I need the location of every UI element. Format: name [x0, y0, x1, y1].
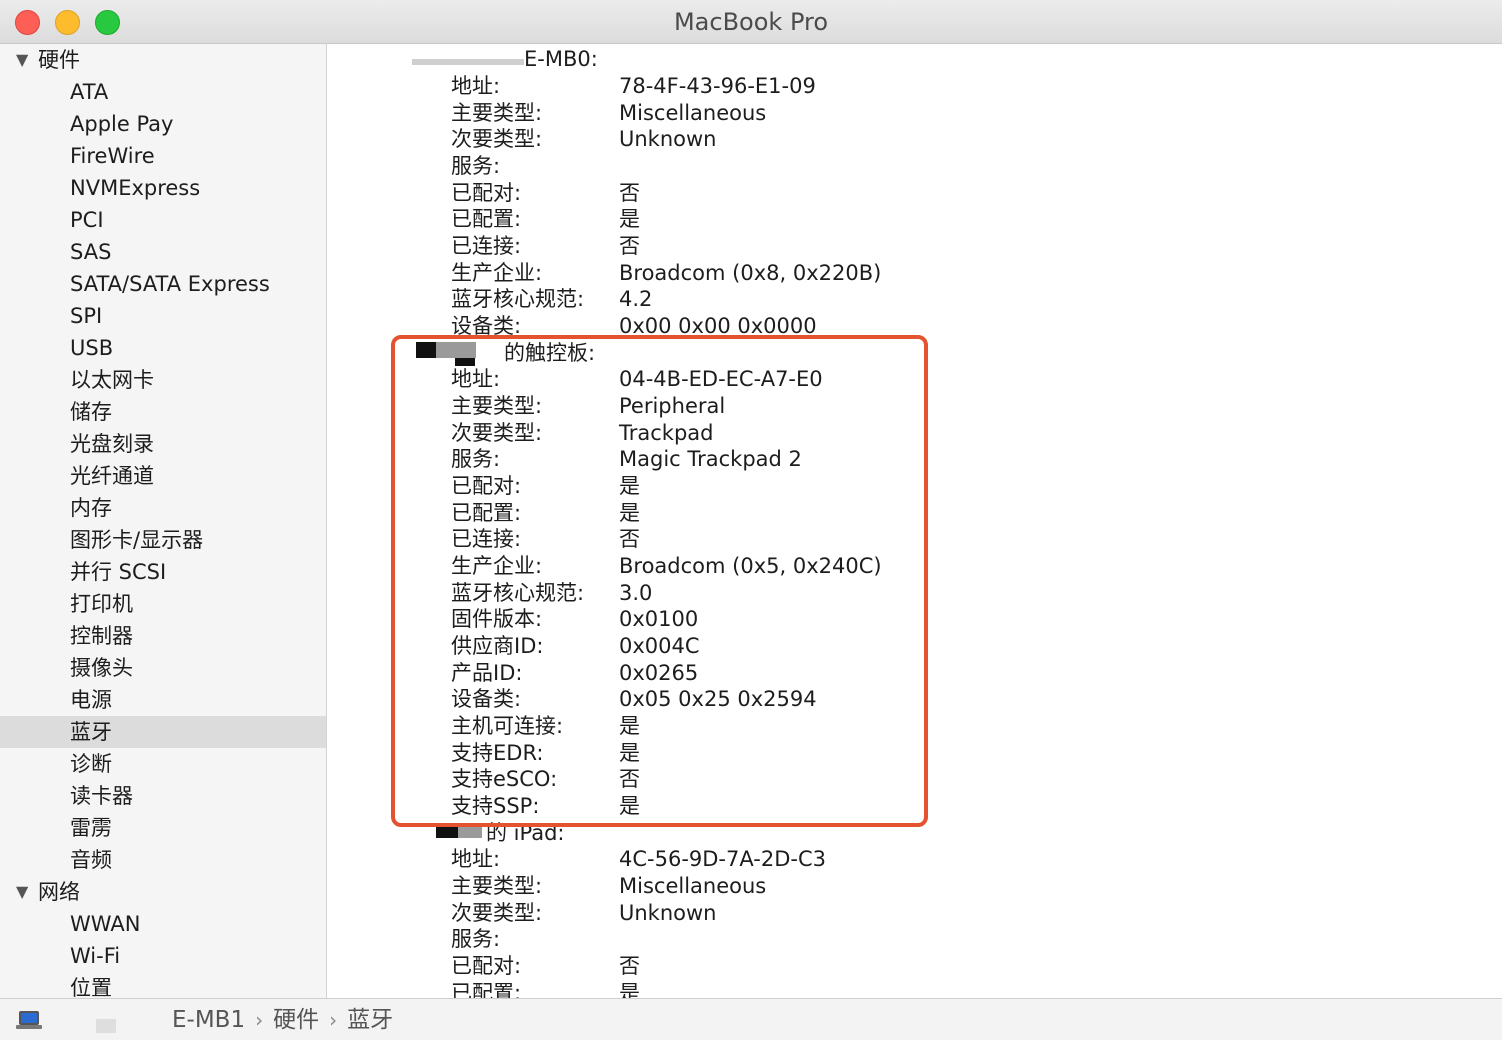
path-bar: E-MB1 › 硬件 › 蓝牙	[0, 998, 1502, 1040]
redaction-block	[436, 824, 458, 838]
sidebar-item-camera[interactable]: 摄像头	[0, 652, 326, 684]
sidebar-item-wwan[interactable]: WWAN	[0, 908, 326, 940]
system-information-window: MacBook Pro ▼ 硬件 ATA Apple Pay FireWire …	[0, 0, 1502, 1040]
sidebar-item-locations[interactable]: 位置	[0, 972, 326, 998]
sidebar-item-pci[interactable]: PCI	[0, 204, 326, 236]
disclosure-triangle-icon[interactable]: ▼	[16, 876, 28, 908]
breadcrumb-item-hardware[interactable]: 硬件	[273, 1007, 319, 1033]
detail-pane[interactable]: E-MB0: 地址: 78-4F-43-96-E1-09 主要类型: Miscell…	[328, 44, 1502, 998]
sidebar-item-diagnostics[interactable]: 诊断	[0, 748, 326, 780]
sidebar-item-storage[interactable]: 储存	[0, 396, 326, 428]
title-bar: MacBook Pro	[0, 0, 1502, 44]
sidebar-item-ethernet[interactable]: 以太网卡	[0, 364, 326, 396]
redaction-block	[416, 342, 436, 358]
sidebar-item-wifi[interactable]: Wi-Fi	[0, 940, 326, 972]
sidebar-item-controller[interactable]: 控制器	[0, 620, 326, 652]
sidebar-item-sata[interactable]: SATA/SATA Express	[0, 268, 326, 300]
redaction-block	[436, 342, 476, 358]
sidebar-item-bluetooth[interactable]: 蓝牙	[0, 716, 326, 748]
sidebar-item-card-reader[interactable]: 读卡器	[0, 780, 326, 812]
breadcrumb-separator: ›	[329, 1008, 338, 1032]
sidebar-item-power[interactable]: 电源	[0, 684, 326, 716]
breadcrumb-item-computer[interactable]: E-MB1	[172, 1007, 245, 1033]
redaction-block	[412, 59, 524, 65]
device-title: 的触控板:	[504, 341, 596, 365]
window-title: MacBook Pro	[673, 8, 829, 36]
breadcrumb: E-MB1 › 硬件 › 蓝牙	[172, 1004, 393, 1036]
sidebar-item-fibre-channel[interactable]: 光纤通道	[0, 460, 326, 492]
sidebar-item-graphics[interactable]: 图形卡/显示器	[0, 524, 326, 556]
redaction-block	[96, 1019, 116, 1033]
sidebar-item-parallel-scsi[interactable]: 并行 SCSI	[0, 556, 326, 588]
sidebar[interactable]: ▼ 硬件 ATA Apple Pay FireWire NVMExpress P…	[0, 44, 327, 998]
sidebar-item-spi[interactable]: SPI	[0, 300, 326, 332]
sidebar-item-memory[interactable]: 内存	[0, 492, 326, 524]
device-title: 的 iPad:	[486, 821, 565, 845]
sidebar-item-usb[interactable]: USB	[0, 332, 326, 364]
redaction-block	[455, 358, 475, 366]
sidebar-item-thunderbolt[interactable]: 雷雳	[0, 812, 326, 844]
sidebar-item-nvmexpress[interactable]: NVMExpress	[0, 172, 326, 204]
sidebar-item-disc-burning[interactable]: 光盘刻录	[0, 428, 326, 460]
sidebar-item-apple-pay[interactable]: Apple Pay	[0, 108, 326, 140]
sidebar-group-hardware[interactable]: ▼ 硬件	[0, 44, 326, 76]
sidebar-item-firewire[interactable]: FireWire	[0, 140, 326, 172]
disclosure-triangle-icon[interactable]: ▼	[16, 44, 28, 76]
sidebar-item-printers[interactable]: 打印机	[0, 588, 326, 620]
breadcrumb-item-bluetooth[interactable]: 蓝牙	[347, 1007, 393, 1033]
device-title: E-MB0:	[524, 47, 598, 71]
sidebar-item-ata[interactable]: ATA	[0, 76, 326, 108]
sidebar-item-sas[interactable]: SAS	[0, 236, 326, 268]
breadcrumb-separator: ›	[255, 1008, 264, 1032]
sidebar-group-network[interactable]: ▼ 网络	[0, 876, 326, 908]
redaction-block	[458, 824, 482, 838]
sidebar-item-audio[interactable]: 音频	[0, 844, 326, 876]
laptop-icon	[16, 1011, 42, 1029]
